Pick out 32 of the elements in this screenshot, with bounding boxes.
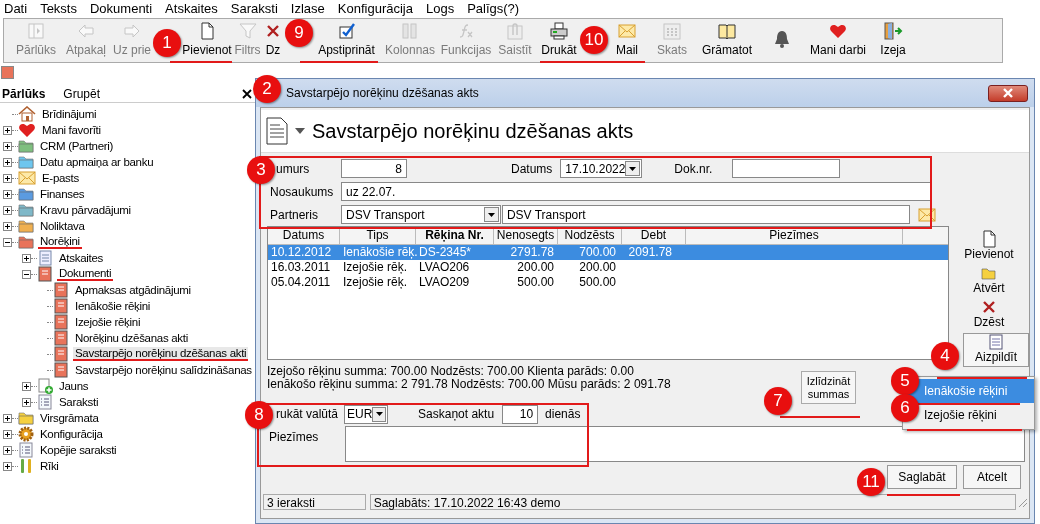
status-text: 3 ieraksti [263,493,366,510]
window-title: Savstarpējo norēķinu dzēšanas akts [286,86,480,100]
field-label: Dok.nr. [674,161,713,176]
field-label: Piezīmes [268,429,320,446]
summary-text: Izejošo rēķinu summa: 700.00 Nodzēsts: 700.00 Klienta parāds: 0.00 [267,365,635,378]
summary-text: Ienākošo rēķinu summa: 2 791.78 Nodzēsts: 700.00 Mūsu parāds: 2 091.78 [267,378,672,391]
table-cell-text: 16.03.2011 [270,260,332,275]
table-cell-text: Ienākošie rēķ. [342,245,416,260]
field-label: rukāt valūtā [276,407,339,421]
field-label: Saskaņot aktu [418,407,495,421]
field-label: Datums [511,161,553,176]
table-cell-text: Izejošie rēķ. [342,260,409,275]
table-cell-text: 200.00 [516,260,555,275]
table-cell-text: 500.00 [516,275,555,290]
step-marker: 2 [253,75,281,103]
field-label: Partneris [270,207,320,222]
status-text: Saglabāts: 17.10.2022 16:43 demo [369,493,1016,510]
table-cell-text: 05.04.2011 [270,275,332,290]
field-label: Nosaukums [270,184,335,199]
field-label: dienās [545,407,581,421]
table-cell-text: 10.12.2012 [270,245,333,260]
table-cell-text: DS-2345* [418,245,473,260]
table-cell-text: 2791.78 [509,245,555,260]
field-label: umurs [275,161,311,176]
dialog-heading: Savstarpējo norēķinu dzēšanas akts [312,119,634,143]
table-cell-text: 200.00 [578,260,617,275]
table-cell-text: LVAO206 [418,260,471,275]
table-cell-text: 700.00 [578,245,617,260]
table-cell-text: LVAO209 [418,275,471,290]
table-cell-text: Izejošie rēķ. [342,275,409,290]
table-cell-text: 2091.78 [627,245,673,260]
table-cell-text: 500.00 [578,275,617,290]
